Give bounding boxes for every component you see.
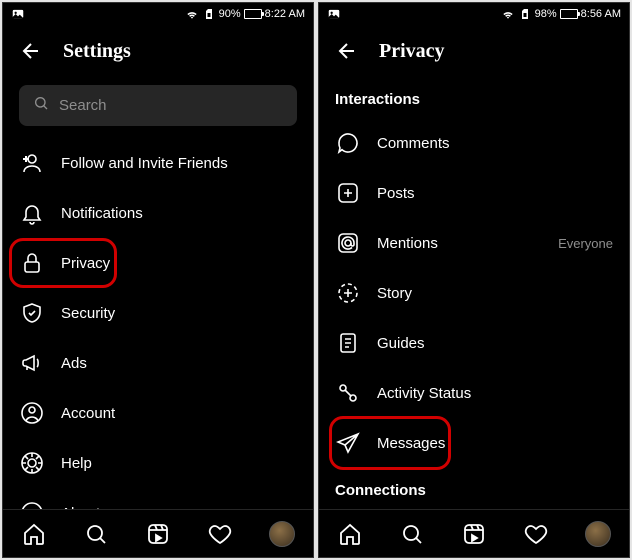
- phone-right: 98% 8:56 AM Privacy Interactions Comment…: [318, 2, 630, 558]
- menu-label: Notifications: [61, 205, 297, 222]
- menu-posts[interactable]: Posts: [319, 168, 629, 218]
- nav-profile[interactable]: [585, 521, 611, 547]
- story-icon: [335, 280, 361, 306]
- info-icon: [19, 500, 45, 509]
- lock-icon: [19, 250, 45, 276]
- section-connections: Connections: [319, 468, 629, 509]
- menu-guides[interactable]: Guides: [319, 318, 629, 368]
- menu-label: Comments: [377, 135, 613, 152]
- menu-label: Account: [61, 405, 297, 422]
- guides-icon: [335, 330, 361, 356]
- status-bar: 90% 8:22 AM: [3, 3, 313, 25]
- wifi-icon: [501, 7, 515, 21]
- section-interactions: Interactions: [319, 77, 629, 118]
- bottom-nav: [319, 509, 629, 557]
- sim-icon: [518, 7, 532, 21]
- menu-label: Security: [61, 305, 297, 322]
- add-user-icon: [19, 150, 45, 176]
- photo-icon: [11, 7, 25, 21]
- activity-icon: [335, 380, 361, 406]
- menu-account[interactable]: Account: [3, 388, 313, 438]
- menu-activity-status[interactable]: Activity Status: [319, 368, 629, 418]
- posts-icon: [335, 180, 361, 206]
- menu-label: Posts: [377, 185, 613, 202]
- nav-search[interactable]: [83, 521, 109, 547]
- menu-label: Guides: [377, 335, 613, 352]
- messages-icon: [335, 430, 361, 456]
- menu-notifications[interactable]: Notifications: [3, 188, 313, 238]
- help-icon: [19, 450, 45, 476]
- nav-reels[interactable]: [145, 521, 171, 547]
- menu-mentions[interactable]: Mentions Everyone: [319, 218, 629, 268]
- page-title: Privacy: [379, 40, 445, 63]
- nav-activity[interactable]: [207, 521, 233, 547]
- battery-percent: 90%: [219, 8, 241, 20]
- megaphone-icon: [19, 350, 45, 376]
- nav-home[interactable]: [21, 521, 47, 547]
- menu-label: Messages: [377, 435, 613, 452]
- account-icon: [19, 400, 45, 426]
- time: 8:22 AM: [265, 8, 305, 20]
- menu-label: Ads: [61, 355, 297, 372]
- photo-icon: [327, 7, 341, 21]
- shield-icon: [19, 300, 45, 326]
- status-bar: 98% 8:56 AM: [319, 3, 629, 25]
- search-input[interactable]: Search: [19, 85, 297, 126]
- back-button[interactable]: [19, 39, 43, 63]
- sim-icon: [202, 7, 216, 21]
- privacy-list: Interactions Comments Posts Mentions Eve…: [319, 77, 629, 509]
- phone-left: 90% 8:22 AM Settings Search Follow and I…: [2, 2, 314, 558]
- menu-messages[interactable]: Messages: [319, 418, 629, 468]
- header: Settings: [3, 25, 313, 77]
- menu-comments[interactable]: Comments: [319, 118, 629, 168]
- menu-label: Mentions: [377, 235, 542, 252]
- header: Privacy: [319, 25, 629, 77]
- menu-label: Follow and Invite Friends: [61, 155, 297, 172]
- menu-story[interactable]: Story: [319, 268, 629, 318]
- search-icon: [33, 95, 49, 116]
- comment-icon: [335, 130, 361, 156]
- menu-help[interactable]: Help: [3, 438, 313, 488]
- wifi-icon: [185, 7, 199, 21]
- nav-profile[interactable]: [269, 521, 295, 547]
- menu-privacy[interactable]: Privacy: [3, 238, 313, 288]
- bottom-nav: [3, 509, 313, 557]
- menu-follow-invite[interactable]: Follow and Invite Friends: [3, 138, 313, 188]
- menu-label: Privacy: [61, 255, 297, 272]
- avatar: [269, 521, 295, 547]
- nav-activity[interactable]: [523, 521, 549, 547]
- bell-icon: [19, 200, 45, 226]
- time: 8:56 AM: [581, 8, 621, 20]
- menu-security[interactable]: Security: [3, 288, 313, 338]
- mention-icon: [335, 230, 361, 256]
- nav-reels[interactable]: [461, 521, 487, 547]
- battery-icon: [244, 9, 262, 19]
- menu-label: Story: [377, 285, 613, 302]
- nav-search[interactable]: [399, 521, 425, 547]
- menu-label: Help: [61, 455, 297, 472]
- settings-list: Follow and Invite Friends Notifications …: [3, 138, 313, 509]
- avatar: [585, 521, 611, 547]
- menu-label: Activity Status: [377, 385, 613, 402]
- battery-percent: 98%: [535, 8, 557, 20]
- search-placeholder: Search: [59, 97, 107, 114]
- battery-icon: [560, 9, 578, 19]
- page-title: Settings: [63, 40, 131, 63]
- menu-ads[interactable]: Ads: [3, 338, 313, 388]
- nav-home[interactable]: [337, 521, 363, 547]
- menu-about[interactable]: About: [3, 488, 313, 509]
- menu-value: Everyone: [558, 236, 613, 251]
- back-button[interactable]: [335, 39, 359, 63]
